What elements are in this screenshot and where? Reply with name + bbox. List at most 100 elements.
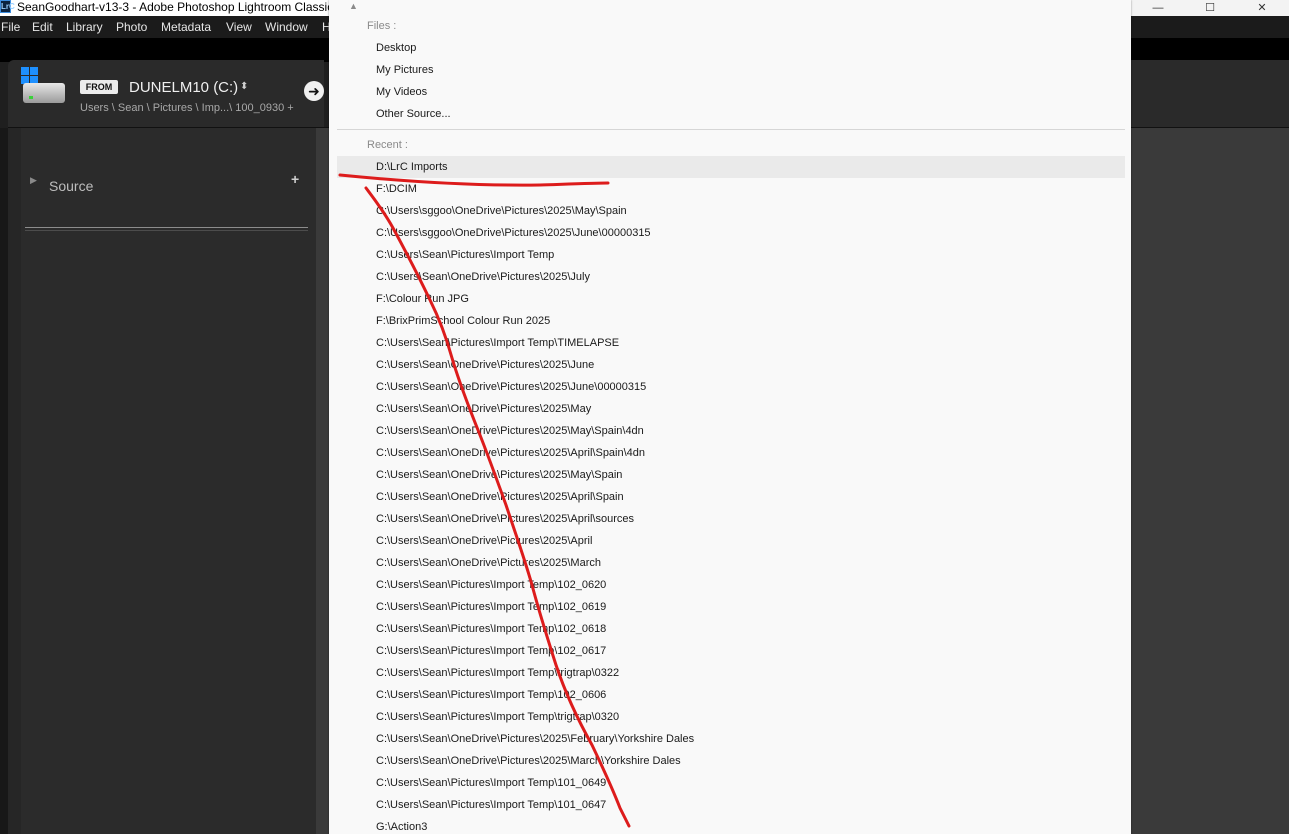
right-panel [1131, 128, 1289, 834]
menu-window[interactable]: Window [265, 20, 308, 34]
recent-item[interactable]: C:\Users\Sean\Pictures\Import Temp\TIMEL… [337, 332, 1125, 354]
files-item-other-source[interactable]: Other Source... [337, 103, 1125, 125]
recent-item-path: F:\DCIM [376, 183, 417, 195]
menu-item-label: My Videos [376, 86, 428, 98]
recent-item[interactable]: C:\Users\Sean\Pictures\Import Temp\102_0… [337, 574, 1125, 596]
maximize-button[interactable]: ☐ [1187, 1, 1233, 15]
recent-item-path: C:\Users\Sean\OneDrive\Pictures\2025\Apr… [376, 491, 624, 503]
source-panel [21, 128, 316, 834]
recent-item[interactable]: C:\Users\Sean\Pictures\Import Temp\trigt… [337, 706, 1125, 728]
menu-metadata[interactable]: Metadata [161, 20, 211, 34]
window-title: SeanGoodhart-v13-3 - Adobe Photoshop Lig… [17, 0, 334, 14]
files-item-my-videos[interactable]: My Videos [337, 81, 1125, 103]
recent-item-path: C:\Users\Sean\Pictures\Import Temp\TIMEL… [376, 337, 620, 349]
recent-item-path: C:\Users\Sean\Pictures\Import Temp\102_0… [376, 689, 607, 701]
menu-view[interactable]: View [226, 20, 252, 34]
recent-item-path: C:\Users\Sean\Pictures\Import Temp\102_0… [376, 579, 607, 591]
recent-item-path: C:\Users\Sean\OneDrive\Pictures\2025\Apr… [376, 513, 634, 525]
left-panel [8, 128, 316, 834]
files-item-my-pictures[interactable]: My Pictures [337, 59, 1125, 81]
source-panel-title[interactable]: Source [49, 178, 93, 194]
arrow-right-icon[interactable]: ➜ [304, 81, 324, 101]
recent-item-path: C:\Users\Sean\OneDrive\Pictures\2025\Feb… [376, 733, 695, 745]
recent-item-path: C:\Users\Sean\OneDrive\Pictures\2025\Jun… [376, 359, 595, 371]
minimize-button[interactable]: — [1135, 1, 1181, 15]
recent-item[interactable]: C:\Users\Sean\Pictures\Import Temp [337, 244, 1125, 266]
recent-item[interactable]: F:\BrixPrimSchool Colour Run 2025 [337, 310, 1125, 332]
source-drive-name[interactable]: DUNELM10 (C:) [129, 79, 238, 96]
recent-item[interactable]: D:\LrC Imports [337, 156, 1125, 178]
recent-item[interactable]: C:\Users\Sean\OneDrive\Pictures\2025\Apr… [337, 530, 1125, 552]
recent-item-path: C:\Users\Sean\OneDrive\Pictures\2025\May… [376, 425, 644, 437]
recent-item[interactable]: C:\Users\Sean\OneDrive\Pictures\2025\Feb… [337, 728, 1125, 750]
recent-item[interactable]: C:\Users\Sean\OneDrive\Pictures\2025\Apr… [337, 486, 1125, 508]
source-dropdown-menu: ▲ Files : Desktop My Pictures My Videos Oth… [329, 0, 1131, 834]
recent-item-path: C:\Users\Sean\OneDrive\Pictures\2025\Jul… [376, 271, 590, 283]
recent-item[interactable]: C:\Users\Sean\Pictures\Import Temp\trigt… [337, 662, 1125, 684]
drive-led [29, 96, 33, 99]
recent-item[interactable]: C:\Users\Sean\Pictures\Import Temp\101_0… [337, 794, 1125, 816]
window-controls: — ☐ ✕ [1131, 0, 1289, 16]
recent-item-path: C:\Users\sggoo\OneDrive\Pictures\2025\Ma… [376, 205, 627, 217]
recent-item-path: C:\Users\sggoo\OneDrive\Pictures\2025\Ju… [376, 227, 651, 239]
recent-item[interactable]: C:\Users\Sean\OneDrive\Pictures\2025\Jun… [337, 354, 1125, 376]
recent-item-path: C:\Users\Sean\OneDrive\Pictures\2025\Mar… [376, 557, 601, 569]
recent-item-path: C:\Users\Sean\OneDrive\Pictures\2025\Mar… [376, 755, 681, 767]
recent-item-path: C:\Users\Sean\Pictures\Import Temp\trigt… [376, 711, 620, 723]
recent-item[interactable]: G:\Action3 [337, 816, 1125, 834]
recent-item-path: C:\Users\Sean\Pictures\Import Temp [376, 249, 555, 261]
recent-item[interactable]: C:\Users\Sean\OneDrive\Pictures\2025\May [337, 398, 1125, 420]
recent-item[interactable]: C:\Users\Sean\Pictures\Import Temp\101_0… [337, 772, 1125, 794]
recent-item-path: C:\Users\Sean\OneDrive\Pictures\2025\May [376, 403, 592, 415]
recent-item-path: D:\LrC Imports [376, 161, 448, 173]
source-breadcrumb[interactable]: Users \ Sean \ Pictures \ Imp...\ 100_09… [80, 102, 294, 115]
recent-item[interactable]: C:\Users\Sean\OneDrive\Pictures\2025\Jun… [337, 376, 1125, 398]
recent-item[interactable]: C:\Users\Sean\OneDrive\Pictures\2025\Apr… [337, 508, 1125, 530]
recent-item[interactable]: C:\Users\Sean\Pictures\Import Temp\102_0… [337, 596, 1125, 618]
recent-item-path: C:\Users\Sean\Pictures\Import Temp\102_0… [376, 645, 607, 657]
menu-item-label: My Pictures [376, 64, 434, 76]
lightroom-app-icon: LrC [0, 0, 15, 13]
recent-item[interactable]: C:\Users\Sean\OneDrive\Pictures\2025\Apr… [337, 442, 1125, 464]
recent-item[interactable]: C:\Users\Sean\OneDrive\Pictures\2025\May… [337, 464, 1125, 486]
recent-item-path: C:\Users\Sean\OneDrive\Pictures\2025\Apr… [376, 535, 593, 547]
recent-item[interactable]: C:\Users\Sean\OneDrive\Pictures\2025\Mar… [337, 552, 1125, 574]
windows-logo-icon [21, 67, 38, 84]
recent-item[interactable]: C:\Users\Sean\Pictures\Import Temp\102_0… [337, 684, 1125, 706]
add-source-icon[interactable]: + [291, 172, 299, 186]
source-divider [25, 227, 308, 228]
destination-header [1131, 60, 1289, 128]
left-edge-strip [0, 128, 8, 834]
recent-item-path: C:\Users\Sean\Pictures\Import Temp\101_0… [376, 777, 607, 789]
recent-item-path: C:\Users\Sean\OneDrive\Pictures\2025\Jun… [376, 381, 647, 393]
menu-item-label: Desktop [376, 42, 417, 54]
menu-photo[interactable]: Photo [116, 20, 147, 34]
recent-item[interactable]: F:\Colour Run JPG [337, 288, 1125, 310]
close-button[interactable]: ✕ [1239, 1, 1285, 15]
files-item-desktop[interactable]: Desktop [337, 37, 1125, 59]
recent-item[interactable]: C:\Users\Sean\OneDrive\Pictures\2025\Mar… [337, 750, 1125, 772]
source-divider-shadow [25, 230, 308, 231]
recent-item[interactable]: C:\Users\Sean\OneDrive\Pictures\2025\May… [337, 420, 1125, 442]
menu-file[interactable]: File [1, 20, 20, 34]
recent-item-path: C:\Users\Sean\Pictures\Import Temp\101_0… [376, 799, 607, 811]
recent-item-path: G:\Action3 [376, 821, 428, 833]
import-source-header[interactable]: FROM DUNELM10 (C:) ⬍ Users \ Sean \ Pict… [8, 60, 324, 128]
recent-item-path: C:\Users\Sean\Pictures\Import Temp\trigt… [376, 667, 620, 679]
recent-item[interactable]: C:\Users\Sean\Pictures\Import Temp\102_0… [337, 618, 1125, 640]
collapse-triangle-icon[interactable]: ▶ [30, 175, 37, 185]
menu-edit[interactable]: Edit [32, 20, 53, 34]
recent-item-path: F:\Colour Run JPG [376, 293, 469, 305]
recent-section-label: Recent : [367, 139, 408, 151]
dropdown-caret-icon[interactable]: ⬍ [240, 81, 248, 93]
recent-item-path: C:\Users\Sean\Pictures\Import Temp\102_0… [376, 623, 607, 635]
recent-item[interactable]: C:\Users\Sean\OneDrive\Pictures\2025\Jul… [337, 266, 1125, 288]
grid-area [316, 128, 330, 834]
scroll-up-icon[interactable]: ▲ [349, 0, 358, 12]
recent-item[interactable]: C:\Users\Sean\Pictures\Import Temp\102_0… [337, 640, 1125, 662]
recent-item-path: C:\Users\Sean\Pictures\Import Temp\102_0… [376, 601, 607, 613]
recent-item[interactable]: C:\Users\sggoo\OneDrive\Pictures\2025\Ma… [337, 200, 1125, 222]
recent-item[interactable]: C:\Users\sggoo\OneDrive\Pictures\2025\Ju… [337, 222, 1125, 244]
recent-item[interactable]: F:\DCIM [337, 178, 1125, 200]
menu-library[interactable]: Library [66, 20, 103, 34]
